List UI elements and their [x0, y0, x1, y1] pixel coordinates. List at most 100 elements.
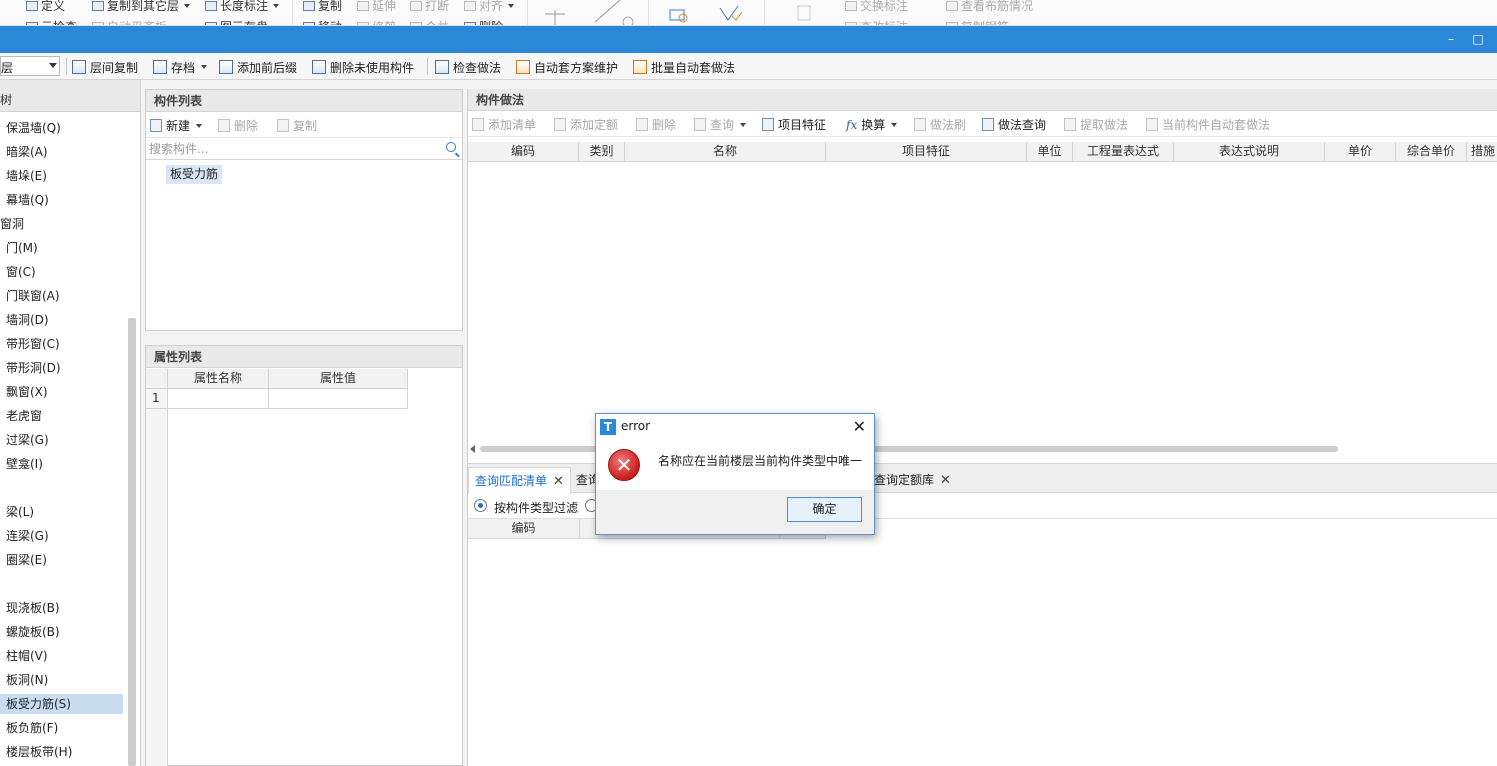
- dimension-icon: [205, 0, 217, 11]
- check-method-button[interactable]: 检查做法: [435, 57, 501, 77]
- tree-item[interactable]: 梁(L): [6, 502, 34, 522]
- extend-button[interactable]: 延伸: [357, 0, 396, 14]
- length-dimension-button[interactable]: 长度标注: [205, 0, 280, 14]
- tree-item[interactable]: 螺旋板(B): [6, 622, 60, 642]
- delete-unused-button[interactable]: 删除未使用构件: [312, 57, 414, 77]
- col-expression-desc: 表达式说明: [1174, 142, 1325, 161]
- archive-icon: [153, 60, 167, 74]
- close-icon[interactable]: ✕: [553, 468, 564, 495]
- delete-component-button[interactable]: 删除: [218, 117, 258, 134]
- copy-component-button[interactable]: 复制: [277, 117, 317, 134]
- copy-rebar-button[interactable]: 复制钢筋: [946, 18, 1009, 25]
- property-value-cell[interactable]: [269, 389, 408, 409]
- floor-select[interactable]: 层: [0, 56, 60, 76]
- error-dialog: T error ✕ ✕ 名称应在当前楼层当前构件类型中唯一 确定: [595, 413, 875, 535]
- query-button[interactable]: 查询: [694, 116, 747, 133]
- close-icon[interactable]: ✕: [940, 467, 951, 494]
- extend-icon: [357, 0, 369, 11]
- tree-group[interactable]: 窗洞: [0, 214, 24, 234]
- method-grid-header: 编码 类别 名称 项目特征 单位 工程量表达式 表达式说明 单价 综合单价 措施: [468, 142, 1497, 162]
- extract-method-button[interactable]: 提取做法: [1064, 116, 1128, 133]
- tree-item[interactable]: 保温墙(Q): [6, 118, 61, 138]
- break-button[interactable]: 打断: [410, 0, 449, 14]
- tree-item[interactable]: 幕墙(Q): [6, 190, 49, 210]
- add-quota-button[interactable]: 添加定额: [554, 116, 618, 133]
- chevron-down-icon: [196, 123, 203, 128]
- tree-item[interactable]: 板受力筋(S): [0, 694, 123, 714]
- tree-item[interactable]: 带形窗(C): [6, 334, 60, 354]
- conversion-button[interactable]: fx 换算: [846, 116, 898, 133]
- ribbon-copy-button[interactable]: 复制: [303, 0, 342, 14]
- cloud-check-button[interactable]: 云检查: [26, 18, 77, 25]
- tree-item[interactable]: 连梁(G): [6, 526, 49, 546]
- property-name-cell[interactable]: [168, 389, 269, 409]
- swap-icon: [845, 0, 857, 11]
- tree-item[interactable]: 墙垛(E): [6, 166, 47, 186]
- fx-icon: fx: [846, 117, 858, 132]
- tab-match-list[interactable]: 查询匹配清单 ✕: [468, 467, 571, 494]
- tree-item[interactable]: 门联窗(A): [6, 286, 60, 306]
- project-feature-button[interactable]: 项目特征: [762, 116, 826, 133]
- floor-copy-button[interactable]: 层间复制: [72, 57, 138, 77]
- align-button[interactable]: 对齐: [464, 0, 515, 14]
- ok-button[interactable]: 确定: [787, 497, 862, 522]
- tree-item[interactable]: 板洞(N): [6, 670, 48, 690]
- tab-quota-library[interactable]: 查询定额库 ✕: [868, 467, 957, 494]
- component-tree: 树 保温墙(Q) 暗梁(A) 墙垛(E) 幕墙(Q) 窗洞 门(M) 窗(C) 门联窗(A) 墙…: [0, 80, 141, 766]
- tree-item[interactable]: 窗(C): [6, 262, 36, 282]
- tree-item[interactable]: 板负筋(F): [6, 718, 58, 738]
- close-icon[interactable]: ✕: [853, 417, 866, 436]
- floor-copy-icon: [72, 60, 86, 74]
- add-list-button[interactable]: 添加清单: [472, 116, 536, 133]
- add-quota-icon: [554, 118, 566, 131]
- define-button[interactable]: 定义: [26, 0, 65, 14]
- tree-item[interactable]: 柱帽(V): [6, 646, 48, 666]
- minimize-button[interactable]: –: [1441, 30, 1461, 48]
- tree-scrollbar[interactable]: [128, 318, 136, 766]
- tree-item[interactable]: 门(M): [6, 238, 38, 258]
- component-item[interactable]: 板受力筋: [166, 165, 223, 184]
- tree-item[interactable]: 壁龛(I): [6, 454, 43, 474]
- method-brush-button[interactable]: 做法刷: [914, 116, 966, 133]
- method-query-button[interactable]: 做法查询: [982, 116, 1046, 133]
- merge-button[interactable]: 合并: [410, 18, 449, 25]
- edit-annotation-button[interactable]: 查改标注: [845, 18, 908, 25]
- check-icon: [435, 60, 449, 74]
- col-unit-price: 单价: [1325, 142, 1396, 161]
- tree-item[interactable]: 楼层板带(H): [6, 742, 72, 762]
- tree-item[interactable]: 圈梁(E): [6, 550, 47, 570]
- auto-apply-current-button[interactable]: 当前构件自动套做法: [1146, 116, 1270, 133]
- query-icon: [694, 118, 706, 131]
- tree-item[interactable]: 带形洞(D): [6, 358, 61, 378]
- auto-scheme-button[interactable]: 自动套方案维护: [516, 57, 618, 77]
- ribbon-delete-button[interactable]: 删除: [464, 18, 503, 25]
- copy-to-other-floor-button[interactable]: 复制到其它层: [92, 0, 191, 14]
- method-title: 构件做法: [468, 89, 1497, 111]
- tree-item[interactable]: 老虎窗: [6, 406, 42, 426]
- feature-icon: [762, 118, 774, 131]
- search-icon[interactable]: [446, 142, 456, 152]
- scroll-left-icon[interactable]: [470, 445, 475, 453]
- move-button[interactable]: 移动: [303, 18, 342, 25]
- search-component-input[interactable]: [146, 138, 462, 159]
- trim-button[interactable]: 修剪: [357, 18, 396, 25]
- maximize-button[interactable]: □: [1468, 30, 1488, 48]
- tree-item[interactable]: 过梁(G): [6, 430, 49, 450]
- method-delete-button[interactable]: 删除: [636, 116, 676, 133]
- element-save-button[interactable]: 图元存盘: [205, 18, 268, 25]
- auto-flush-slab-button[interactable]: 自动平齐板: [92, 18, 167, 25]
- filter-by-type-radio[interactable]: [474, 499, 487, 512]
- add-prefix-suffix-button[interactable]: 添加前后缀: [219, 57, 297, 77]
- swap-annotation-button[interactable]: 交换标注: [845, 0, 908, 14]
- tree-item[interactable]: 飘窗(X): [6, 382, 48, 402]
- chevron-down-icon: [201, 65, 208, 69]
- copy-floor-icon: [92, 0, 104, 11]
- new-component-button[interactable]: 新建: [150, 117, 203, 134]
- tree-item[interactable]: 现浇板(B): [6, 598, 60, 618]
- tree-item[interactable]: 暗梁(A): [6, 142, 48, 162]
- batch-auto-method-button[interactable]: 批量自动套做法: [633, 57, 735, 77]
- rebar-view-icon: [946, 0, 958, 11]
- tree-item[interactable]: 墙洞(D): [6, 310, 49, 330]
- archive-button[interactable]: 存档: [153, 57, 208, 77]
- view-rebar-layout-button[interactable]: 查看布筋情况: [946, 0, 1033, 14]
